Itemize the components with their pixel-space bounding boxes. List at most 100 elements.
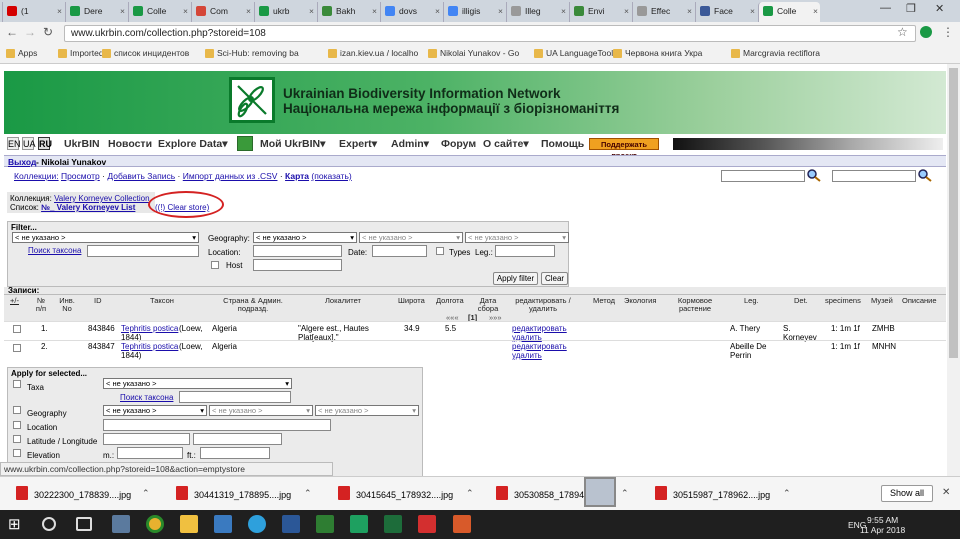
host-input[interactable] <box>253 259 342 271</box>
browser-tab[interactable]: Bakh × <box>317 2 379 22</box>
geography-select-2[interactable]: < не указано > <box>359 232 463 243</box>
app-icon[interactable] <box>316 515 334 533</box>
bookmark-item[interactable]: Nikolai Yunakov - Go <box>428 48 519 58</box>
row-edit-link[interactable]: редактировать <box>512 342 567 351</box>
row-delete-link[interactable]: удалить <box>512 351 542 360</box>
nav-help[interactable]: Помощь <box>541 138 584 150</box>
latlon-checkbox[interactable] <box>13 435 21 443</box>
tab-close-icon[interactable]: × <box>246 2 251 20</box>
bookmark-item[interactable]: izan.kiev.ua / localho <box>328 48 418 58</box>
nav-about[interactable]: О сайте▾ <box>483 138 529 150</box>
geography-checkbox[interactable] <box>13 406 21 414</box>
search-box-1[interactable] <box>721 170 805 182</box>
logout-link[interactable]: Выход <box>8 157 36 167</box>
row-checkbox[interactable] <box>13 325 21 333</box>
collections-link[interactable]: Коллекции: <box>14 171 59 181</box>
close-icon[interactable]: ✕ <box>942 487 950 498</box>
nav-forum[interactable]: Форум <box>441 138 476 150</box>
list-name-link[interactable]: №_ Valery Korneyev List <box>41 203 135 212</box>
nav-my-ukrbin[interactable]: Мой UkrBIN▾ <box>260 138 325 150</box>
apply-geo-select-3[interactable]: < не указано > <box>315 405 419 416</box>
nav-news[interactable]: Новости <box>108 138 152 150</box>
chevron-up-icon[interactable]: ⌃ <box>783 488 791 499</box>
tab-close-icon[interactable]: × <box>624 2 629 20</box>
tab-close-icon[interactable]: × <box>750 2 755 20</box>
maximize-icon[interactable]: ❐ <box>906 2 916 15</box>
donate-button[interactable]: Поддержать проект <box>589 138 659 160</box>
bookmark-item[interactable]: UA LanguageTool <box>534 48 613 58</box>
chevron-up-icon[interactable]: ⌃ <box>142 488 150 499</box>
view-link[interactable]: Просмотр <box>61 171 100 181</box>
chevron-up-icon[interactable]: ⌃ <box>621 488 629 499</box>
chevron-up-icon[interactable]: ⌃ <box>304 488 312 499</box>
apply-taxon-input[interactable] <box>179 391 291 403</box>
lang-en[interactable]: EN <box>7 137 21 150</box>
host-checkbox[interactable] <box>211 261 219 269</box>
close-window-icon[interactable]: ✕ <box>935 2 944 15</box>
apply-geo-select-1[interactable]: < не указано > <box>103 405 207 416</box>
row-taxon-link[interactable]: Tephritis postica <box>121 324 178 333</box>
longitude-input[interactable] <box>193 433 282 445</box>
types-checkbox[interactable] <box>436 247 444 255</box>
apply-taxon-select[interactable]: < не указано > <box>103 378 292 389</box>
download-item[interactable]: 30222300_178839....jpg <box>16 486 131 500</box>
browser-tab[interactable]: Dere × <box>65 2 127 22</box>
location-input[interactable] <box>253 245 342 257</box>
task-view-icon[interactable] <box>76 517 92 531</box>
leg-input[interactable] <box>495 245 555 257</box>
windows-start-icon[interactable]: ⊞ <box>8 515 26 533</box>
date-input[interactable] <box>372 245 427 257</box>
dragonfly-logo-icon[interactable] <box>229 77 275 123</box>
tab-close-icon[interactable]: × <box>372 2 377 20</box>
excel-icon[interactable] <box>350 515 368 533</box>
browser-tab[interactable]: illigis × <box>443 2 505 22</box>
lang-ua[interactable]: UA <box>22 137 36 150</box>
row-checkbox[interactable] <box>13 344 21 352</box>
reload-icon[interactable]: ↻ <box>43 25 53 39</box>
bookmark-item[interactable]: список инцидентов <box>102 48 189 58</box>
geography-select-1[interactable]: < не указано > <box>253 232 357 243</box>
lang-ru[interactable]: RU <box>38 137 52 150</box>
browser-tab[interactable]: dovs × <box>380 2 442 22</box>
taxa-checkbox[interactable] <box>13 380 21 388</box>
browser-tab[interactable]: Colle × <box>758 2 820 22</box>
forward-icon[interactable]: → <box>24 25 36 39</box>
nav-admin[interactable]: Admin▾ <box>391 138 429 150</box>
upload-icon[interactable] <box>237 136 253 151</box>
bookmark-item[interactable]: Imported <box>58 48 104 58</box>
telegram-icon[interactable] <box>248 515 266 533</box>
browser-tab[interactable]: Effec × <box>632 2 694 22</box>
latitude-input[interactable] <box>103 433 190 445</box>
folder-icon[interactable] <box>180 515 198 533</box>
app-icon[interactable] <box>453 515 471 533</box>
apply-geo-select-2[interactable]: < не указано > <box>209 405 313 416</box>
word-icon[interactable] <box>282 515 300 533</box>
browser-tab[interactable]: Face × <box>695 2 757 22</box>
taxon-search-input[interactable] <box>87 245 199 257</box>
tab-close-icon[interactable]: × <box>813 2 818 20</box>
search-box-2[interactable] <box>832 170 916 182</box>
apply-location-input[interactable] <box>103 419 331 431</box>
location-checkbox[interactable] <box>13 421 21 429</box>
clear-filter-button[interactable]: Clear <box>541 272 568 285</box>
browser-tab[interactable]: ukrb × <box>254 2 316 22</box>
show-map-link[interactable]: (показать) <box>311 171 351 181</box>
menu-icon[interactable]: ⋮ <box>942 25 954 39</box>
search-icon[interactable] <box>42 517 56 531</box>
elevation-m-input[interactable] <box>117 447 183 459</box>
show-all-button[interactable]: Show all <box>881 485 933 502</box>
search-icon[interactable] <box>806 169 822 182</box>
elevation-ft-input[interactable] <box>200 447 270 459</box>
star-icon[interactable]: ☆ <box>897 25 908 39</box>
excel-icon[interactable] <box>384 515 402 533</box>
url-input[interactable]: www.ukrbin.com/collection.php?storeid=10… <box>64 25 916 42</box>
nav-ukrbin[interactable]: UkrBIN <box>64 138 100 150</box>
chrome-icon[interactable] <box>146 515 164 533</box>
scrollbar-thumb[interactable] <box>949 68 958 358</box>
download-item[interactable]: 30415645_178932....jpg <box>338 486 453 500</box>
collection-name-link[interactable]: Valery Korneyev Collection <box>54 194 149 203</box>
add-record-link[interactable]: Добавить Запись <box>107 171 175 181</box>
search-taxon-link[interactable]: Поиск таксона <box>28 246 81 255</box>
explorer-icon[interactable] <box>112 515 130 533</box>
elevation-checkbox[interactable] <box>13 449 21 457</box>
